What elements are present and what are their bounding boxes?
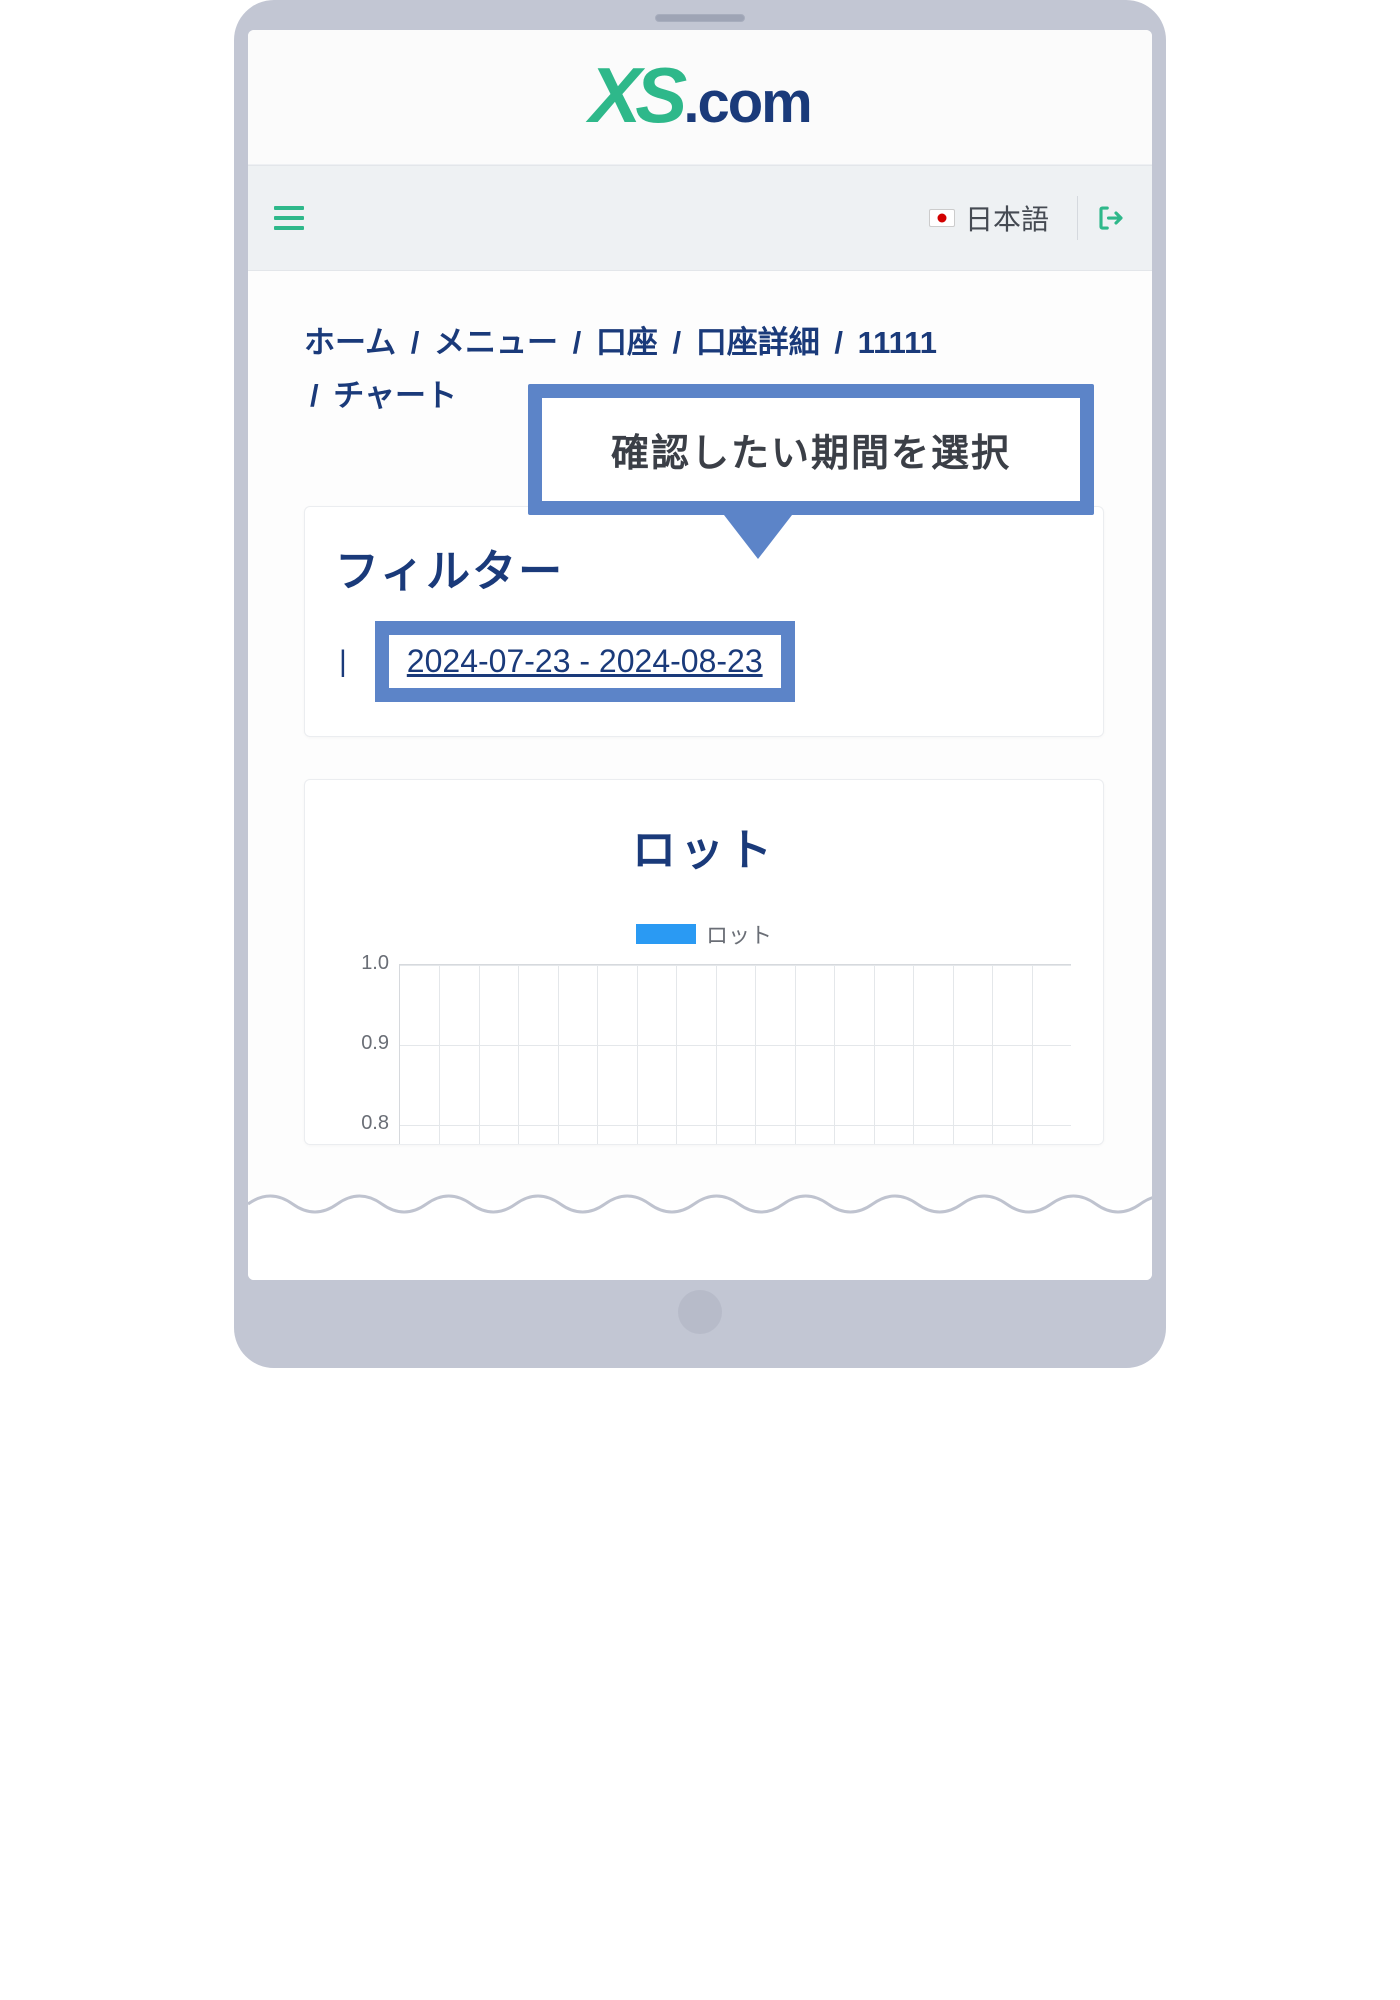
breadcrumb-account[interactable]: 口座: [596, 325, 658, 360]
chart-plot-area: 1.00.90.8: [329, 964, 1079, 1144]
tablet-frame: XS .com 日本語: [234, 0, 1166, 1368]
hamburger-menu-icon[interactable]: [274, 206, 304, 230]
breadcrumb-account-detail[interactable]: 口座詳細: [696, 325, 820, 360]
nav-right: 日本語: [919, 194, 1126, 242]
callout: 確認したい期間を選択: [528, 384, 1094, 559]
breadcrumb-sep: /: [573, 325, 582, 360]
language-picker[interactable]: 日本語: [919, 194, 1059, 242]
y-tick-label: 1.0: [341, 952, 389, 975]
nav-divider: [1077, 196, 1078, 240]
date-range-highlight: 2024-07-23 - 2024-08-23: [375, 621, 795, 702]
logo-text-xs: XS: [589, 56, 681, 134]
logo-text-com: .com: [683, 74, 810, 132]
callout-pointer-icon: [724, 515, 792, 559]
breadcrumb-sep: /: [672, 325, 681, 360]
screen: XS .com 日本語: [248, 30, 1152, 1280]
filter-row: | 2024-07-23 - 2024-08-23: [335, 621, 1073, 702]
breadcrumb-account-id[interactable]: 11111: [858, 325, 937, 360]
chart-card: ロット ロット 1.0 0.9 0.8: [304, 779, 1104, 1145]
callout-text: 確認したい期間を選択: [542, 398, 1080, 501]
chart-title: ロット: [329, 814, 1079, 878]
device-home-button: [678, 1290, 722, 1334]
flag-jp-icon: [929, 209, 955, 227]
callout-box: 確認したい期間を選択: [528, 384, 1094, 515]
legend-swatch-icon: [636, 924, 696, 944]
breadcrumb-current: チャート: [333, 378, 457, 413]
logo[interactable]: XS .com: [589, 56, 810, 134]
breadcrumb-sep: /: [310, 378, 319, 413]
date-range-input[interactable]: 2024-07-23 - 2024-08-23: [407, 643, 763, 679]
legend-label: ロット: [706, 918, 772, 950]
language-label: 日本語: [965, 198, 1049, 238]
content: ホーム / メニュー / 口座 / 口座詳細 / 11111 / チャート 確認…: [248, 271, 1152, 1145]
breadcrumb-sep: /: [834, 325, 843, 360]
wavy-cutoff-icon: [248, 1184, 1152, 1224]
logout-icon[interactable]: [1096, 203, 1126, 233]
logo-bar: XS .com: [248, 30, 1152, 165]
filter-separator: |: [339, 645, 347, 679]
breadcrumb-menu[interactable]: メニュー: [434, 325, 558, 360]
nav-bar: 日本語: [248, 165, 1152, 271]
chart-legend[interactable]: ロット: [329, 918, 1079, 950]
device-speaker: [655, 14, 745, 22]
y-tick-label: 0.9: [341, 1032, 389, 1055]
breadcrumb-sep: /: [411, 325, 420, 360]
breadcrumb-home[interactable]: ホーム: [304, 325, 396, 360]
y-tick-label: 0.8: [341, 1112, 389, 1135]
